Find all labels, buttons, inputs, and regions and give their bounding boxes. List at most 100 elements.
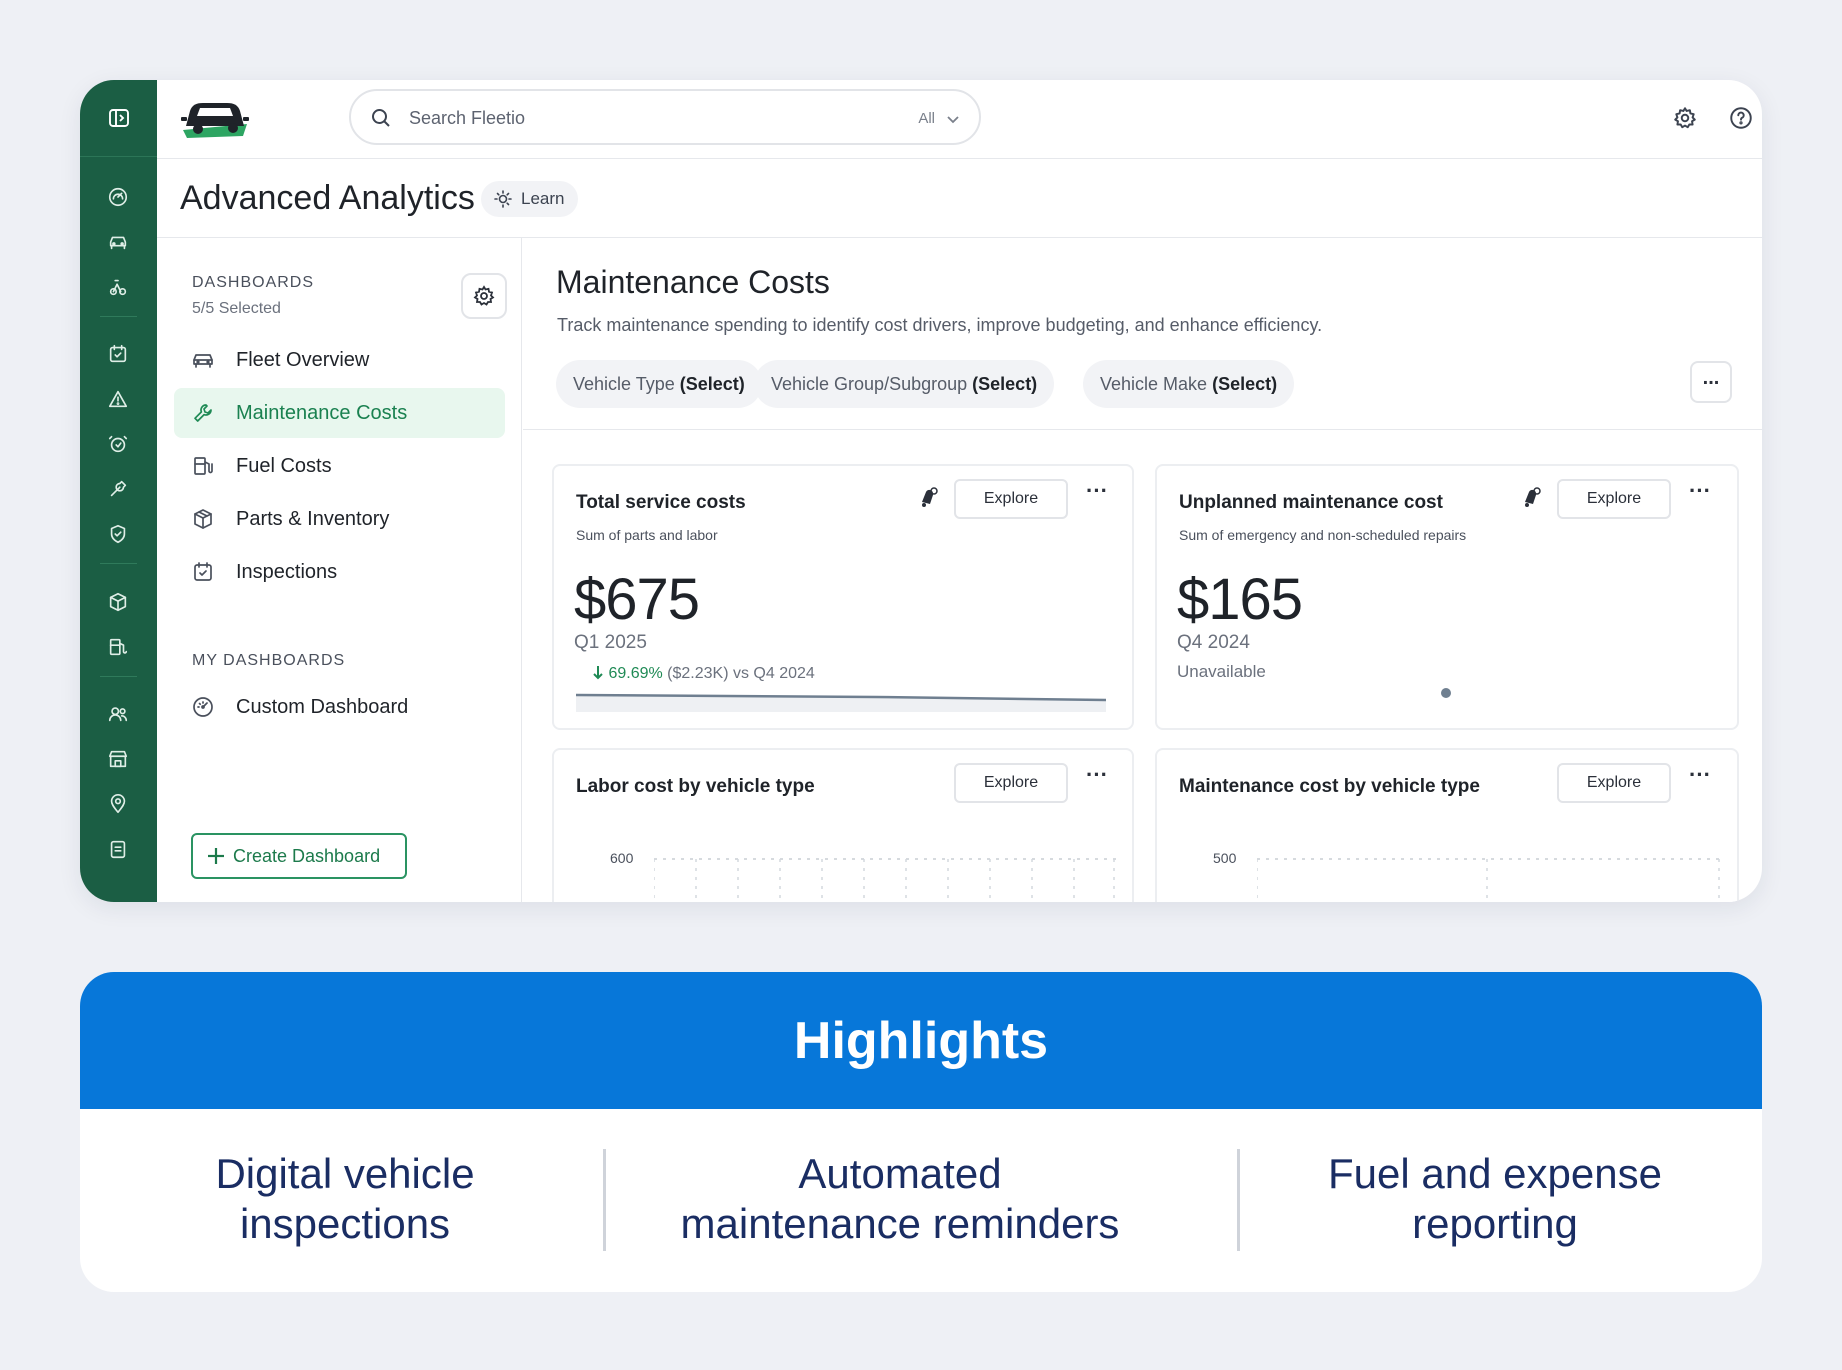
assignments-icon[interactable] [106,275,130,299]
highlight-line: reporting [1412,1200,1578,1247]
fleetio-logo[interactable] [177,93,253,143]
divider [523,429,1762,430]
sidebar-item-inspections[interactable]: Inspections [174,547,505,597]
dashboards-settings-button[interactable] [461,273,507,319]
more-options-button[interactable]: ... [1690,361,1732,403]
chevron-down-icon [947,116,959,124]
fuel-icon[interactable] [106,635,130,659]
metric-period: Q1 2025 [574,632,647,653]
learn-button[interactable]: Learn [481,181,579,217]
dashboard-icon[interactable] [106,185,130,209]
sidebar-item-label: Fleet Overview [236,349,370,371]
card-subtitle: Sum of emergency and non-scheduled repai… [1179,527,1467,543]
explore-button[interactable]: Explore [1557,763,1671,803]
highlight-line: inspections [239,1200,451,1247]
sidebar-item-label: Fuel Costs [236,455,332,477]
search-scope-select[interactable]: All [918,110,935,127]
gear-icon [473,285,495,306]
highlight-line: maintenance reminders [680,1200,1120,1247]
explore-button[interactable]: Explore [1557,479,1671,519]
highlights-header: Highlights [80,972,1762,1109]
card-menu-button[interactable]: ··· [1082,764,1112,786]
card-title: Unplanned maintenance cost [1179,492,1443,513]
divider [1237,1149,1240,1251]
contacts-icon[interactable] [106,702,130,726]
filter-vehicle-type[interactable]: Vehicle Type (Select) [556,360,762,408]
plus-icon [208,848,224,864]
y-axis-tick: 600 [610,850,634,866]
explore-button[interactable]: Explore [954,763,1068,803]
calendar-check-icon [191,560,215,584]
documents-icon[interactable] [106,837,130,861]
issues-icon[interactable] [106,387,130,411]
highlight-line: Fuel and expense [1328,1150,1662,1197]
highlight-item-inspections: Digital vehicle inspections [160,1149,530,1249]
sidebar-item-parts-inventory[interactable]: Parts & Inventory [174,494,505,544]
highlight-line: Automated [798,1150,1002,1197]
location-icon[interactable] [106,792,130,816]
highlight-item-fuel-reporting: Fuel and expense reporting [1280,1149,1710,1249]
alert-bell-icon[interactable] [916,486,940,510]
chart-grid [1257,858,1721,902]
alert-bell-icon[interactable] [1519,486,1543,510]
settings-button[interactable] [1671,104,1699,132]
labor-cost-card: Labor cost by vehicle type Explore ··· 6… [552,748,1134,902]
service-icon[interactable] [106,477,130,501]
highlights-title: Highlights [793,1011,1049,1070]
card-title: Total service costs [576,492,746,513]
divider [603,1149,606,1251]
search-input[interactable]: Search Fleetio [409,108,525,129]
main-content: Maintenance Costs Track maintenance spen… [523,238,1762,902]
metric-period: Q4 2024 [1177,632,1250,653]
highlight-line: Digital vehicle [215,1150,475,1197]
explore-button[interactable]: Explore [954,479,1068,519]
filter-label: Vehicle Group/Subgroup [771,374,968,394]
vendors-icon[interactable] [106,747,130,771]
metric-value: $675 [574,567,700,632]
arrow-down-icon [593,666,603,680]
highlights-panel: Highlights Digital vehicle inspections A… [80,972,1762,1292]
card-menu-button[interactable]: ··· [1685,764,1715,786]
y-axis-tick: 500 [1213,850,1237,866]
card-title: Labor cost by vehicle type [576,776,815,797]
trend-value: 69.69% [608,665,663,682]
shield-icon[interactable] [106,522,130,546]
inspections-icon[interactable] [106,342,130,366]
gear-icon [1674,107,1696,129]
chart-grid [654,858,1116,902]
sidebar-item-label: Custom Dashboard [236,696,409,718]
search-bar[interactable]: Search Fleetio All [349,89,981,145]
sidebar-item-fuel-costs[interactable]: Fuel Costs [174,441,505,491]
create-dashboard-button[interactable]: Create Dashboard [191,833,407,879]
card-title: Maintenance cost by vehicle type [1179,776,1480,797]
card-subtitle: Sum of parts and labor [576,527,718,543]
metric-value: $165 [1177,567,1303,632]
sidebar-item-fleet-overview[interactable]: Fleet Overview [174,335,505,385]
help-button[interactable] [1727,104,1755,132]
card-menu-button[interactable]: ··· [1082,480,1112,502]
learn-label: Learn [521,189,565,208]
sidebar-item-maintenance-costs[interactable]: Maintenance Costs [174,388,505,438]
sidebar-item-label: Maintenance Costs [236,402,408,424]
filter-vehicle-make[interactable]: Vehicle Make (Select) [1083,360,1295,408]
icon-rail [80,80,157,902]
dashboards-heading: DASHBOARDS [192,274,315,291]
reminders-icon[interactable] [106,432,130,456]
help-icon [1730,107,1752,129]
search-icon [372,109,390,127]
filter-vehicle-group[interactable]: Vehicle Group/Subgroup (Select) [754,360,1055,408]
fuel-pump-icon [191,454,215,478]
sidebar-item-custom-dashboard[interactable]: Custom Dashboard [174,682,505,732]
data-point [1441,688,1451,698]
parts-icon[interactable] [106,590,130,614]
filter-value: (Select) [1212,374,1278,394]
sidebar-toggle-button[interactable] [80,80,157,157]
vehicles-icon[interactable] [106,230,130,254]
trend-sparkline [576,693,1106,712]
car-icon [191,348,215,372]
create-dashboard-label: Create Dashboard [233,846,381,866]
card-menu-button[interactable]: ··· [1685,480,1715,502]
filter-value: (Select) [972,374,1038,394]
maintenance-cost-by-type-card: Maintenance cost by vehicle type Explore… [1155,748,1739,902]
dashboards-panel: DASHBOARDS 5/5 Selected Fleet Overview M… [157,238,522,902]
